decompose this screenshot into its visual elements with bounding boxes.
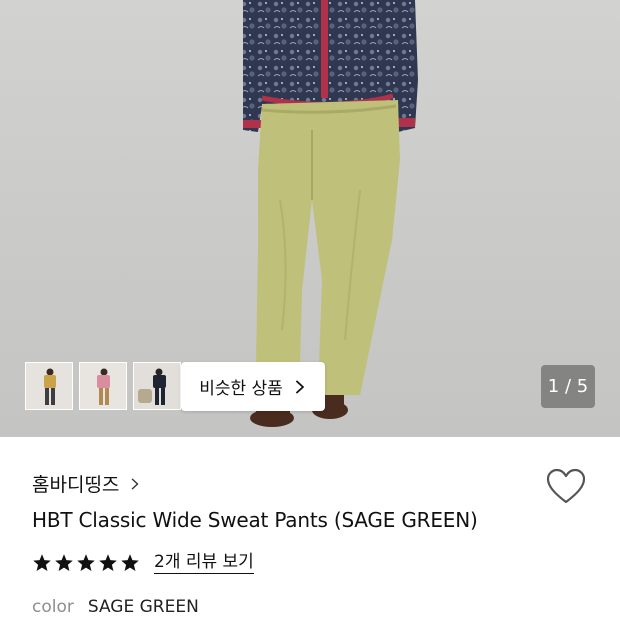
similar-products-label: 비슷한 상품 [199, 379, 283, 399]
rating-row: 2개 리뷰 보기 [32, 552, 254, 574]
color-label: color [32, 597, 74, 617]
thumbnail-strip [25, 362, 181, 410]
rating-stars [32, 553, 140, 573]
thumbnail-1[interactable] [25, 362, 73, 410]
star-icon [121, 554, 139, 571]
brand-link[interactable]: 홈바디띵즈 [32, 470, 141, 497]
brand-name: 홈바디띵즈 [32, 474, 120, 496]
image-counter-text: 1 / 5 [547, 376, 589, 397]
chevron-right-icon [132, 478, 139, 489]
color-value: SAGE GREEN [87, 597, 199, 617]
star-icon [55, 554, 73, 571]
star-icon [99, 554, 117, 571]
star-icon [77, 554, 95, 571]
star-icon [33, 554, 51, 571]
thumbnail-2[interactable] [79, 362, 127, 410]
color-option: color SAGE GREEN [32, 597, 199, 617]
thumbnail-3[interactable] [133, 362, 181, 410]
similar-products-button[interactable]: 비슷한 상품 [181, 362, 325, 411]
review-link[interactable]: 2개 리뷰 보기 [154, 552, 254, 574]
image-counter: 1 / 5 [541, 365, 595, 408]
product-image-gallery[interactable]: 비슷한 상품 1 / 5 [0, 0, 620, 437]
heart-icon[interactable] [546, 468, 586, 506]
chevron-right-icon [295, 380, 304, 393]
product-title: HBT Classic Wide Sweat Pants (SAGE GREEN… [32, 508, 478, 532]
